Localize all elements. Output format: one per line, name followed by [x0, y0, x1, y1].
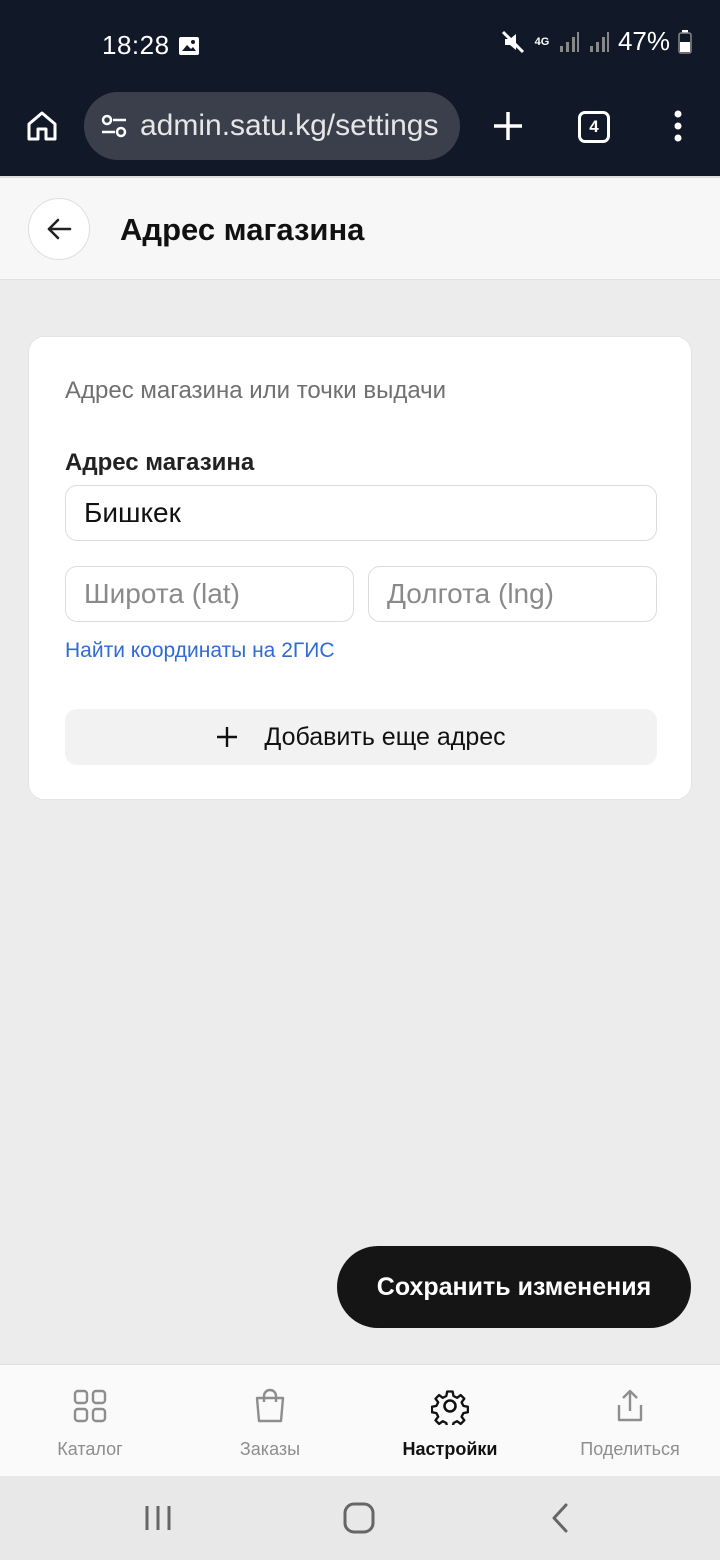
add-address-label: Добавить еще адрес	[264, 722, 506, 751]
nav-item-settings[interactable]: Настройки	[360, 1365, 540, 1476]
image-icon	[179, 37, 199, 55]
address-label: Адрес магазина	[65, 449, 255, 476]
page-header: Адрес магазина	[0, 176, 720, 280]
network-type: 4G	[534, 35, 550, 48]
page-title: Адрес магазина	[120, 212, 365, 247]
share-icon	[617, 1389, 643, 1422]
recent-apps-icon[interactable]	[140, 1500, 176, 1536]
arrow-left-icon	[47, 218, 72, 240]
nav-label-orders: Заказы	[239, 1439, 301, 1459]
nav-item-share[interactable]: Поделиться	[540, 1365, 720, 1476]
back-button[interactable]	[28, 198, 90, 260]
nav-label-share: Поделиться	[580, 1439, 680, 1459]
signal-icon-2	[589, 31, 609, 52]
status-time: 18:28	[102, 30, 170, 60]
mute-icon	[501, 30, 525, 53]
plus-icon	[217, 727, 238, 747]
battery-icon	[678, 29, 692, 54]
latitude-input[interactable]	[65, 566, 354, 622]
nav-item-catalog[interactable]: Каталог	[0, 1365, 180, 1476]
system-navigation-bar	[0, 1476, 720, 1560]
find-coordinates-2gis-link[interactable]: Найти координаты на 2ГИС	[65, 639, 335, 663]
signal-icon	[559, 31, 579, 52]
home-icon	[27, 111, 57, 141]
add-address-button[interactable]: Добавить еще адрес	[65, 709, 657, 765]
save-changes-button[interactable]: Сохранить изменения	[337, 1246, 691, 1328]
tabs-counter-button[interactable]: 4	[578, 111, 610, 143]
more-menu-icon[interactable]	[664, 108, 692, 144]
address-input[interactable]	[65, 485, 657, 541]
longitude-input[interactable]	[368, 566, 657, 622]
back-system-icon[interactable]	[543, 1500, 579, 1536]
bottom-navigation: Каталог Заказы Настройки Поделиться	[0, 1364, 720, 1476]
bag-icon	[255, 1388, 285, 1423]
grid-icon	[73, 1389, 107, 1423]
nav-item-orders[interactable]: Заказы	[180, 1365, 360, 1476]
gear-icon	[431, 1390, 469, 1425]
browser-home-button[interactable]	[22, 106, 62, 146]
url-text[interactable]: admin.satu.kg/settings	[140, 109, 439, 143]
browser-toolbar: admin.satu.kg/settings 4	[0, 92, 720, 176]
status-right-group: 4G 47%	[500, 26, 692, 57]
address-card: Адрес магазина или точки выдачи Адрес ма…	[28, 336, 692, 800]
nav-label-settings: Настройки	[402, 1439, 498, 1459]
new-tab-icon[interactable]	[488, 106, 528, 146]
site-settings-icon[interactable]	[100, 112, 128, 140]
battery-percent: 47%	[617, 26, 670, 56]
nav-label-catalog: Каталог	[57, 1439, 123, 1459]
home-system-icon[interactable]	[341, 1500, 377, 1536]
card-subtitle: Адрес магазина или точки выдачи	[65, 377, 447, 404]
status-bar: 18:28 4G 47%	[0, 0, 720, 92]
url-bar[interactable]: admin.satu.kg/settings	[84, 92, 460, 160]
